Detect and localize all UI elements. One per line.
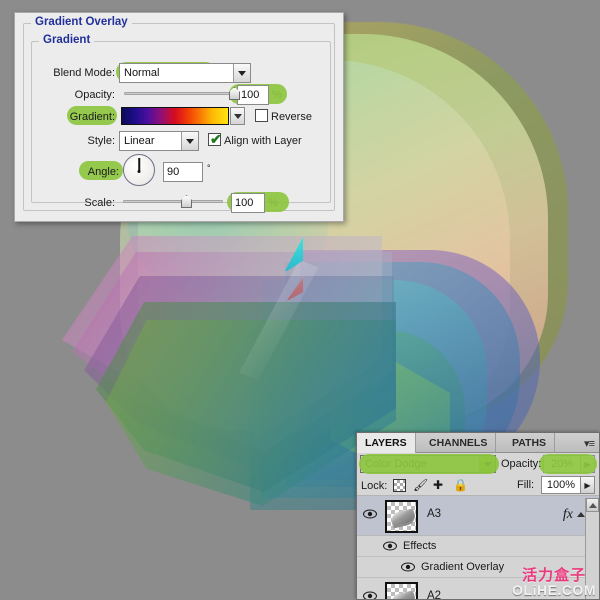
fill-input[interactable]: 100% (541, 476, 581, 494)
opacity-input[interactable]: 100 (237, 85, 269, 105)
highlight-layer-opacity (539, 454, 597, 474)
blend-opacity-row: Color Dodge Opacity: 20% ▶ (357, 453, 599, 475)
layer-opacity-label: Opacity: (501, 458, 542, 470)
tab-layers[interactable]: LAYERS (357, 433, 416, 453)
angle-label: Angle: (87, 166, 119, 178)
panel-tabbar: LAYERS CHANNELS PATHS ▾≡ (357, 433, 599, 453)
chevron-down-icon[interactable] (233, 64, 250, 82)
reverse-label: Reverse (271, 111, 312, 123)
angle-dial[interactable] (123, 154, 155, 186)
scale-label: Scale: (84, 197, 115, 209)
opacity-slider-track[interactable] (124, 92, 236, 95)
lock-row: Lock: 🖌 ✚ 🔒 Fill: 100% ▶ (357, 475, 599, 496)
tab-channels[interactable]: CHANNELS (421, 433, 497, 453)
layers-panel[interactable]: LAYERS CHANNELS PATHS ▾≡ Color Dodge Opa… (356, 432, 600, 600)
gradient-label: Gradient: (69, 111, 115, 123)
style-combo[interactable]: Linear (119, 131, 199, 151)
panel-menu-icon[interactable]: ▾≡ (584, 437, 595, 450)
layer-thumbnail[interactable] (385, 582, 418, 599)
lock-label: Lock: (361, 480, 388, 492)
effect-name: Gradient Overlay (421, 561, 505, 573)
align-with-layer-label: Align with Layer (224, 135, 302, 147)
layer-fx-badge[interactable]: fx (563, 507, 573, 523)
layer-row-a2[interactable]: A2 (357, 578, 599, 600)
tab-paths[interactable]: PATHS (504, 433, 556, 453)
style-label: Style: (87, 135, 115, 147)
scale-slider-track[interactable] (123, 200, 223, 203)
effects-label: Effects (403, 540, 437, 552)
layer-thumbnail-art (389, 590, 416, 599)
gradient-overlay-dialog[interactable]: Gradient Overlay Gradient Blend Mode: No… (14, 12, 344, 222)
gradient-picker-chevron-icon[interactable] (230, 107, 245, 125)
layer-effect-gradient-overlay-row[interactable]: Gradient Overlay (357, 557, 599, 578)
lock-all-icon[interactable]: 🔒 (453, 479, 468, 492)
highlight-layer-blend-mode (359, 454, 499, 474)
opacity-label: Opacity: (74, 89, 115, 101)
layer-name: A2 (427, 590, 442, 600)
lock-transparency-icon[interactable] (393, 479, 406, 492)
lock-paint-icon[interactable]: 🖌 (413, 479, 428, 492)
eye-icon[interactable] (401, 562, 415, 572)
layer-name: A3 (427, 508, 442, 520)
layers-scrollbar[interactable] (585, 498, 599, 599)
blend-mode-combo[interactable]: Normal (119, 63, 251, 83)
style-value: Linear (124, 135, 155, 147)
eye-icon[interactable] (383, 541, 397, 551)
blend-mode-label: Blend Mode: (53, 67, 115, 79)
scale-input[interactable]: 100 (231, 193, 265, 213)
gradient-preview-bar[interactable] (121, 107, 229, 125)
align-with-layer-checkbox[interactable]: ✔ (208, 131, 222, 147)
angle-center-dot-icon (137, 170, 141, 173)
layer-thumbnail-art (389, 508, 416, 527)
checkmark-icon: ✔ (210, 131, 222, 147)
dialog-title: Gradient Overlay (31, 16, 132, 28)
angle-unit: ° (207, 163, 211, 173)
fill-label: Fill: (517, 479, 535, 491)
gradient-section-title: Gradient (39, 34, 95, 46)
scroll-up-icon[interactable] (586, 498, 599, 512)
layer-thumbnail[interactable] (385, 500, 418, 533)
chevron-up-icon[interactable] (577, 512, 585, 517)
eye-icon[interactable] (363, 591, 377, 599)
angle-input[interactable]: 90 (163, 162, 203, 182)
fill-stepper[interactable]: ▶ (581, 476, 595, 494)
blend-mode-value: Normal (124, 67, 160, 79)
layer-row-a3[interactable]: A3 fx (357, 496, 599, 536)
layer-effects-row[interactable]: Effects (357, 536, 599, 557)
lock-move-icon[interactable]: ✚ (433, 479, 446, 492)
eye-icon[interactable] (363, 509, 377, 519)
reverse-checkbox[interactable] (255, 109, 268, 122)
chevron-down-icon[interactable] (181, 132, 198, 150)
